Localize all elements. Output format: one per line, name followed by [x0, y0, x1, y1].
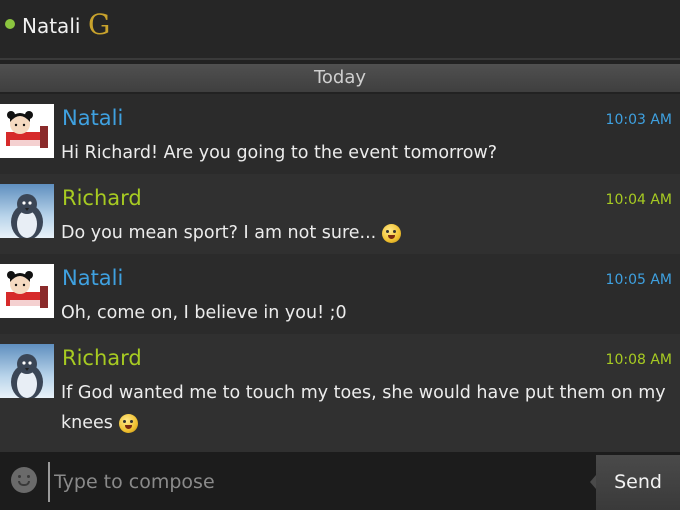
- message-time: 10:08 AM: [605, 352, 672, 368]
- sender-name: Natali: [62, 266, 124, 290]
- message-time: 10:03 AM: [605, 112, 672, 128]
- date-separator: Today: [0, 64, 680, 92]
- compose-input[interactable]: [48, 462, 591, 502]
- send-button[interactable]: Send: [590, 455, 680, 510]
- message-item: Natali 10:05 AM Oh, come on, I believe i…: [0, 254, 680, 334]
- pucca-avatar[interactable]: [0, 264, 54, 318]
- message-time: 10:05 AM: [605, 272, 672, 288]
- message-item: Richard 10:04 AM Do you mean sport? I am…: [0, 174, 680, 254]
- message-text: Do you mean sport? I am not sure...: [61, 218, 676, 248]
- message-item: Richard 10:08 AM If God wanted me to tou…: [0, 334, 680, 452]
- chat-header: Natali G: [0, 0, 680, 60]
- sender-name: Richard: [62, 186, 142, 210]
- penguin-avatar[interactable]: [0, 184, 54, 238]
- sender-name: Natali: [62, 106, 124, 130]
- message-time: 10:04 AM: [605, 192, 672, 208]
- message-item: Natali 10:03 AM Hi Richard! Are you goin…: [0, 94, 680, 174]
- sender-name: Richard: [62, 346, 142, 370]
- compose-bar: [0, 452, 680, 510]
- smiley-icon[interactable]: [11, 467, 37, 493]
- laughing-emoji-icon: [118, 413, 138, 433]
- contact-name[interactable]: Natali: [22, 14, 80, 38]
- online-status-icon: [5, 19, 15, 29]
- message-text: Oh, come on, I believe in you! ;0: [61, 303, 347, 323]
- message-text: If God wanted me to touch my toes, she w…: [61, 383, 666, 433]
- pucca-avatar[interactable]: [0, 104, 54, 158]
- shocked-emoji-icon: [382, 223, 402, 243]
- message-text: Hi Richard! Are you going to the event t…: [61, 143, 498, 163]
- gtalk-icon: G: [88, 8, 111, 41]
- penguin-avatar[interactable]: [0, 344, 54, 398]
